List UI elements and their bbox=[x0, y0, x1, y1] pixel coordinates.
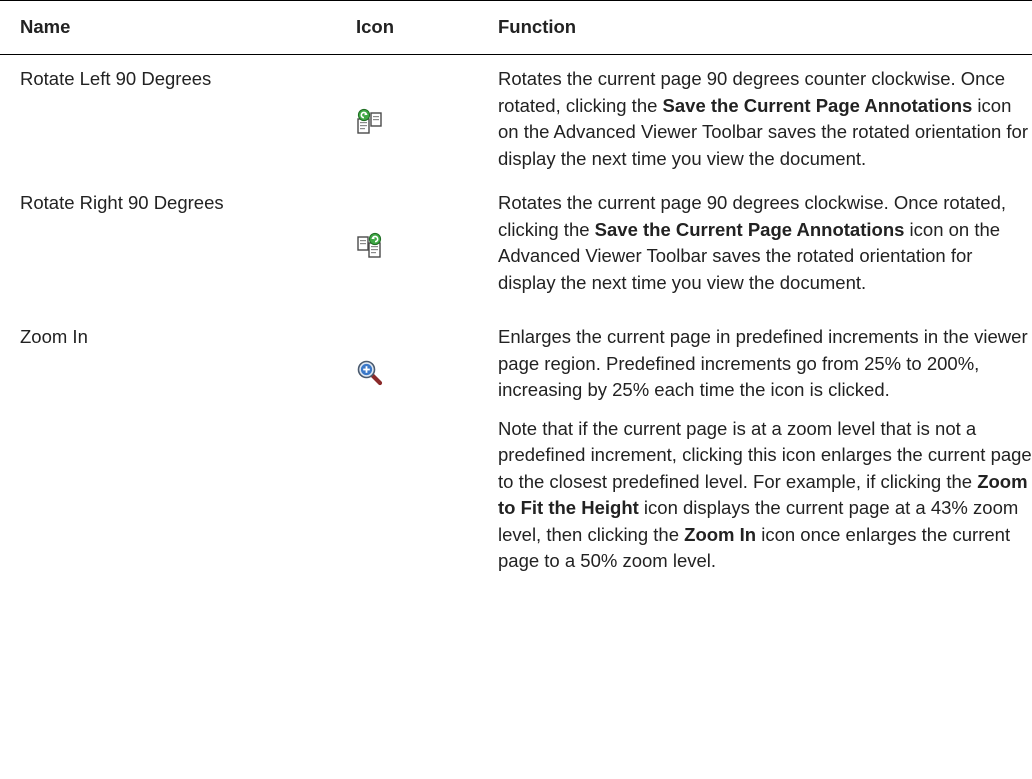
row-icon-cell bbox=[356, 304, 498, 575]
row-name: Rotate Left 90 Degrees bbox=[20, 68, 212, 89]
function-paragraph: Rotates the current page 90 degrees cloc… bbox=[498, 190, 1032, 296]
row-name: Zoom In bbox=[20, 326, 88, 347]
table-header: Name Icon Function bbox=[0, 0, 1032, 55]
row-name: Rotate Right 90 Degrees bbox=[20, 192, 224, 213]
row-function: Rotates the current page 90 degrees coun… bbox=[498, 55, 1032, 181]
header-row: Name Icon Function bbox=[0, 0, 1032, 55]
header-name: Name bbox=[20, 16, 71, 38]
function-paragraph: Rotates the current page 90 degrees coun… bbox=[498, 66, 1032, 172]
function-text: Note that if the current page is at a zo… bbox=[498, 417, 1032, 492]
header-function: Function bbox=[498, 16, 577, 38]
row-function: Rotates the current page 90 degrees cloc… bbox=[498, 180, 1032, 304]
zoom-in-icon bbox=[356, 359, 384, 387]
function-text: Enlarges the current page in predefined … bbox=[498, 326, 1028, 400]
table-row: Zoom In Enlarges the current page in pre… bbox=[0, 304, 1032, 575]
row-function: Enlarges the current page in predefined … bbox=[498, 304, 1032, 575]
function-paragraph: Note that if the current page is at a zo… bbox=[498, 416, 1032, 575]
row-icon-cell bbox=[356, 180, 498, 304]
function-paragraph: Enlarges the current page in predefined … bbox=[498, 324, 1032, 404]
bold-ui-term: Save the Current Page Annotations bbox=[594, 218, 905, 240]
header-icon: Icon bbox=[356, 16, 395, 38]
rotate-right-icon bbox=[356, 232, 384, 260]
rotate-left-icon bbox=[356, 108, 384, 136]
bold-ui-term: Zoom In bbox=[684, 523, 757, 545]
reference-table: Name Icon Function Rotate Left 90 Degree… bbox=[0, 0, 1032, 575]
row-icon-cell bbox=[356, 55, 498, 181]
bold-ui-term: Save the Current Page Annotations bbox=[662, 94, 973, 116]
table-body: Rotate Left 90 Degrees Rotates the curre… bbox=[0, 55, 1032, 575]
table-row: Rotate Left 90 Degrees Rotates the curre… bbox=[0, 55, 1032, 181]
table-row: Rotate Right 90 Degrees Rotates the curr… bbox=[0, 180, 1032, 304]
